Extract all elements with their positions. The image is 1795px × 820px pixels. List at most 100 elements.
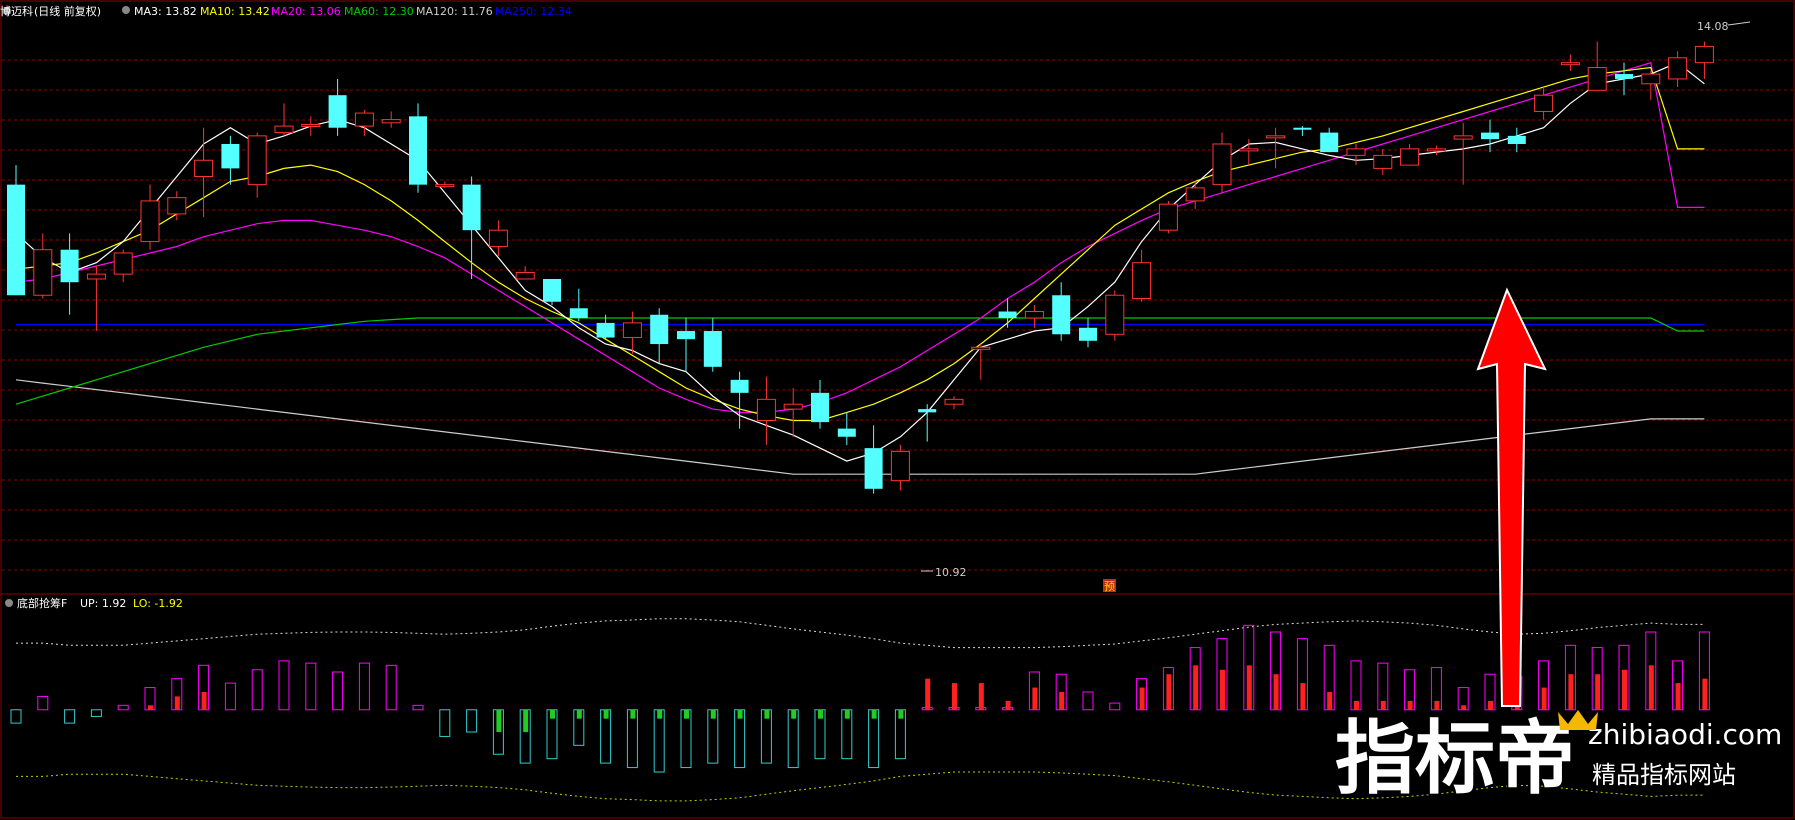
indicator-inner-bar [684,709,689,719]
moving-average-lines [15,61,1705,475]
ma250-label: MA250: 12.34 [495,5,572,18]
ma3-label: MA3: 13.82 [134,5,197,18]
ma60-line [15,317,1705,405]
candle-body [7,184,25,296]
candle-body [1668,57,1688,80]
candle-body [221,143,240,169]
candle-body [1587,67,1607,91]
indicator-inner-bar [978,683,984,710]
ma3-line [15,62,1705,462]
red-arrow-icon [1476,287,1547,707]
indicator-inner-bar [871,709,877,719]
menu-dot-icon[interactable] [122,6,130,14]
candle-body [409,116,427,185]
candle-body [944,398,964,405]
candle-body [971,346,991,350]
candle-body [515,271,535,280]
indicator-inner-bar [1273,674,1279,710]
ma120-line [15,379,1705,475]
candle-body [811,392,829,423]
indicator-bar [1082,691,1094,711]
candle-body [677,331,695,340]
watermark-cn: 指标帝 [1335,712,1575,805]
candle-body [274,125,294,134]
candle-body [1105,294,1125,335]
candle-body [890,450,910,482]
indicator-inner-bar [1702,678,1708,710]
indicator-inner-bar [1327,692,1333,710]
candle-body [703,331,722,367]
candle-body [1560,62,1580,66]
indicator-bar [64,709,76,724]
indicator-inner-bar [1595,674,1601,710]
stock-name: 博迈科 [0,4,33,18]
indicator-inner-bar [576,709,582,719]
indicator-inner-bar [201,692,207,710]
indicator-bar [10,709,22,724]
indicator-lo: LO: -1.92 [133,597,183,610]
indicator-name: 底部抢筹F [17,596,67,610]
candle-body [1024,311,1044,319]
high-price-label: 14.08 [1697,20,1729,33]
candle-body [247,135,267,186]
candle-body [301,123,321,127]
indicator-inner-bar [1488,700,1493,710]
indicator-up: UP: 1.92 [80,597,126,610]
candle-body [998,311,1017,319]
indicator-inner-bar [1648,665,1654,710]
watermark-site: zhibiaodi.com [1588,718,1782,751]
indicator-bar [466,709,478,733]
indicator-inner-bar [496,709,502,732]
indicator-bar [305,662,317,711]
candle-body [1507,135,1526,144]
watermark-sub: 精品指标网站 [1592,761,1736,789]
indicator-bar [37,695,49,711]
ma10-label: MA10: 13.42 [200,5,270,18]
indicator-header: 底部抢筹F UP: 1.92 LO: -1.92 [5,596,183,610]
indicator-inner-bar [818,709,823,719]
candle-body [1185,187,1205,202]
candle-body [435,184,455,188]
indicator-inner-bar [523,709,529,732]
candle-body [783,403,803,410]
candle-body [1079,327,1097,341]
candle-body [140,200,160,243]
indicator-inner-bar [1354,700,1359,710]
indicator-inner-bar [1622,669,1627,710]
candle-body [730,379,749,393]
candle-body [1400,148,1420,166]
indicator-bar [332,671,344,711]
candle-body [1373,154,1393,169]
candle-body [569,308,588,319]
indicator-bar [251,669,263,711]
candle-body [1293,127,1312,130]
candle-body [543,278,561,302]
indicator-inner-bar [630,709,636,719]
ma120-label: MA120: 11.76 [416,5,493,18]
candlestick-series [7,41,1714,494]
candle-body [1534,94,1554,112]
candle-body [381,119,401,124]
indicator-inner-bar [764,709,770,719]
candle-body [113,252,133,275]
indicator-bar [439,709,451,737]
indicator-bar [278,660,290,711]
high-price-pointer [1727,21,1751,26]
watermark: 指标帝 zhibiaodi.com 精品指标网站 [1334,710,1782,807]
period-label: (日线 前复权) [34,4,101,18]
indicator-bar [1109,702,1121,711]
price-header: 博迈科 (日线 前复权) MA3: 13.82 MA10: 13.42 MA20… [0,4,572,18]
indicator-inner-bar [1461,705,1467,710]
indicator-inner-bar [1675,683,1681,710]
candle-body [1453,135,1473,140]
candle-body [596,322,615,338]
candle-body [1320,132,1339,153]
indicator-inner-bar [1541,687,1547,710]
candle-body [462,184,481,231]
indicator-inner-bar [657,709,663,719]
indicator-inner-bar [1005,700,1011,710]
collapse-icon[interactable] [5,599,13,607]
indicator-inner-bar [1220,669,1225,710]
ma20-label: MA20: 13.06 [271,5,341,18]
indicator-inner-bar [1568,674,1574,710]
